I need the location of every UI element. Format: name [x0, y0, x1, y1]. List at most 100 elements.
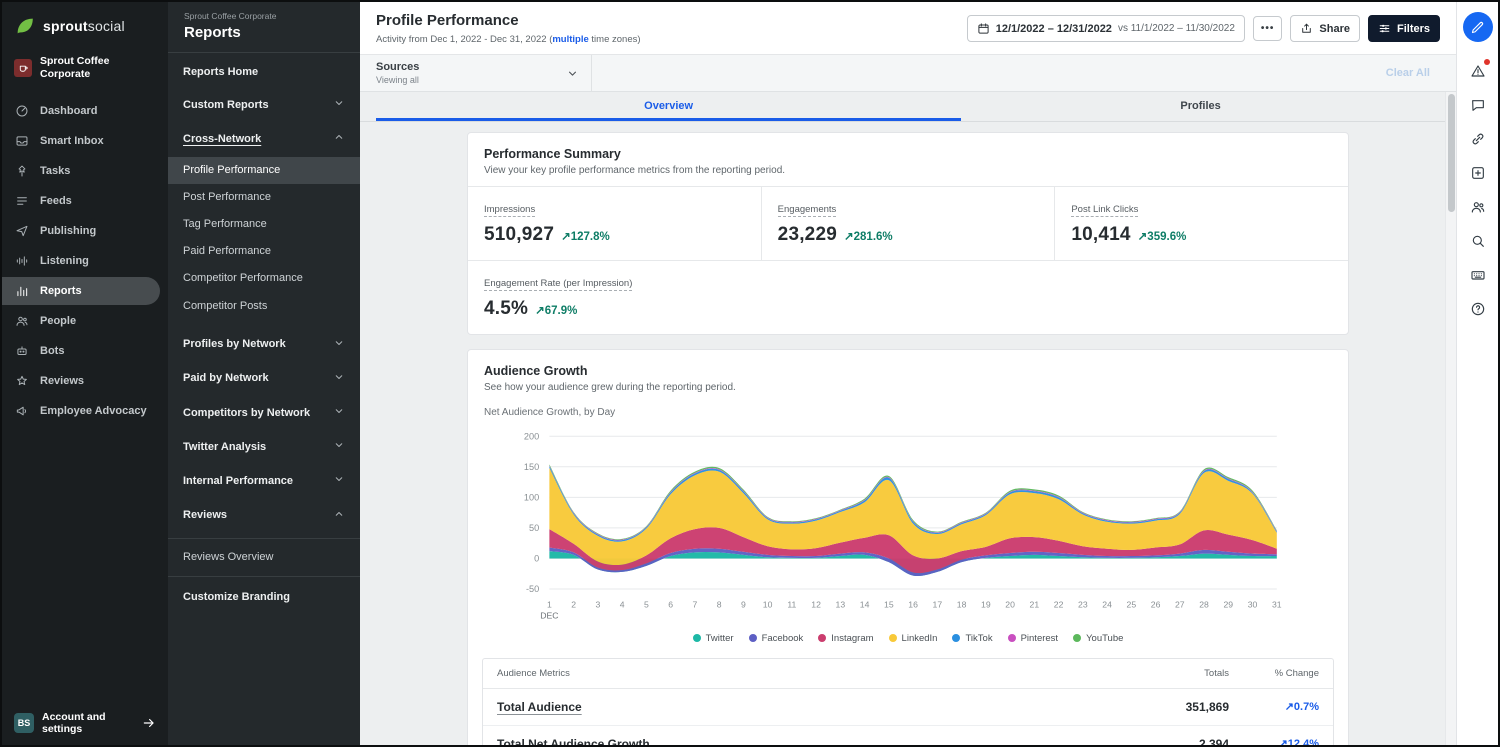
metric-name[interactable]: Total Net Audience Growth [497, 737, 1119, 745]
reports-nav-paid-by-network[interactable]: Paid by Network [168, 362, 360, 396]
svg-text:50: 50 [529, 523, 539, 533]
reports-nav-competitor-posts[interactable]: Competitor Posts [168, 293, 360, 320]
reports-nav-post-performance[interactable]: Post Performance [168, 184, 360, 211]
people-icon [1470, 199, 1486, 215]
alerts-button[interactable] [1463, 54, 1493, 88]
date-range-button[interactable]: 12/1/2022 – 12/31/2022 vs 11/1/2022 – 11… [967, 15, 1245, 42]
legend-item-tiktok[interactable]: TikTok [952, 633, 992, 644]
nav-item-smart-inbox[interactable]: Smart Inbox [2, 127, 160, 155]
reports-nav-competitors-by-network[interactable]: Competitors by Network [168, 396, 360, 430]
reports-sidebar-header[interactable]: Sprout Coffee Corporate Reports [168, 2, 360, 53]
metric-label[interactable]: Engagement Rate (per Impression) [484, 278, 632, 291]
brand-logo[interactable]: sproutsocial [2, 2, 168, 45]
reports-nav-internal-performance[interactable]: Internal Performance [168, 464, 360, 498]
reports-nav-profile-performance[interactable]: Profile Performance [168, 157, 360, 184]
search-icon [1470, 233, 1486, 249]
sources-dropdown[interactable]: Sources Viewing all [360, 55, 592, 91]
nav-item-bots[interactable]: Bots [2, 337, 160, 365]
sources-label: Sources [376, 61, 419, 73]
team-button[interactable] [1463, 190, 1493, 224]
metric-label[interactable]: Impressions [484, 204, 535, 217]
legend-dot [952, 634, 960, 642]
reports-nav-label: Tag Performance [183, 218, 267, 231]
report-actions: 12/1/2022 – 12/31/2022 vs 11/1/2022 – 11… [967, 12, 1440, 42]
nav-item-people[interactable]: People [2, 307, 160, 335]
nav-item-label: Reports [40, 285, 82, 297]
reports-nav-paid-performance[interactable]: Paid Performance [168, 238, 360, 265]
nav-item-label: Reviews [40, 375, 84, 387]
chevron-up-icon [333, 131, 345, 147]
help-icon [1470, 301, 1486, 317]
reports-nav-reviews-overview[interactable]: Reviews Overview [168, 544, 360, 571]
metric-change: ↗12.4% [1229, 737, 1319, 745]
account-settings[interactable]: BS Account and settings [2, 705, 168, 741]
share-icon [1300, 22, 1313, 35]
compose-button[interactable] [1463, 12, 1493, 42]
nav-item-employee-advocacy[interactable]: Employee Advocacy [2, 397, 160, 425]
nav-item-reports[interactable]: Reports [2, 277, 160, 305]
search-button[interactable] [1463, 224, 1493, 258]
legend-item-twitter[interactable]: Twitter [693, 633, 734, 644]
reports-nav-customize-branding[interactable]: Customize Branding [168, 582, 360, 613]
metric-name[interactable]: Total Audience [497, 700, 1119, 714]
chevron-up-icon [333, 508, 345, 524]
vertical-scrollbar[interactable] [1445, 92, 1456, 745]
share-button[interactable]: Share [1290, 15, 1360, 42]
reports-nav-custom-reports[interactable]: Custom Reports [168, 88, 360, 122]
reports-nav-reviews[interactable]: Reviews [168, 499, 360, 533]
nav-item-tasks[interactable]: Tasks [2, 157, 160, 185]
summary-metrics-row-1: Impressions510,927↗127.8%Engagements23,2… [468, 186, 1348, 260]
nav-item-feeds[interactable]: Feeds [2, 187, 160, 215]
legend-label: Facebook [762, 633, 804, 644]
clear-all-button[interactable]: Clear All [1386, 67, 1430, 79]
add-button[interactable] [1463, 156, 1493, 190]
workspace-switcher[interactable]: Sprout Coffee Corporate [2, 45, 168, 97]
tab-overview[interactable]: Overview [376, 92, 961, 121]
reports-nav-reports-home[interactable]: Reports Home [168, 57, 360, 88]
keyboard-button[interactable] [1463, 258, 1493, 292]
reports-nav-profiles-by-network[interactable]: Profiles by Network [168, 328, 360, 362]
report-header: Profile Performance Activity from Dec 1,… [360, 2, 1456, 55]
legend-dot [889, 634, 897, 642]
help-button[interactable] [1463, 292, 1493, 326]
metric-label[interactable]: Post Link Clicks [1071, 204, 1138, 217]
filters-button[interactable]: Filters [1368, 15, 1440, 42]
audience-growth-title: Audience Growth [484, 364, 1332, 378]
legend-item-pinterest[interactable]: Pinterest [1008, 633, 1059, 644]
nav-item-publishing[interactable]: Publishing [2, 217, 160, 245]
legend-item-instagram[interactable]: Instagram [818, 633, 873, 644]
legend-item-youtube[interactable]: YouTube [1073, 633, 1123, 644]
performance-summary-card: Performance Summary View your key profil… [467, 132, 1349, 335]
reports-nav-competitor-performance[interactable]: Competitor Performance [168, 265, 360, 292]
audience-growth-subtitle: See how your audience grew during the re… [484, 382, 1332, 393]
timezones-link[interactable]: multiple [552, 34, 588, 45]
reports-nav-twitter-analysis[interactable]: Twitter Analysis [168, 430, 360, 464]
table-header-totals: Totals [1119, 668, 1229, 679]
reports-nav-label: Reviews [183, 509, 227, 522]
reports-nav-tag-performance[interactable]: Tag Performance [168, 211, 360, 238]
scrollbar-thumb[interactable] [1448, 94, 1455, 212]
nav-item-reviews[interactable]: Reviews [2, 367, 160, 395]
svg-text:4: 4 [620, 599, 625, 609]
messages-button[interactable] [1463, 88, 1493, 122]
reports-nav-label: Post Performance [183, 191, 271, 204]
nav-item-label: Feeds [40, 195, 72, 207]
nav-item-listening[interactable]: Listening [2, 247, 160, 275]
addsquare-icon [1470, 165, 1486, 181]
reports-nav-label: Paid by Network [183, 372, 269, 385]
reports-nav-label: Custom Reports [183, 99, 269, 112]
chevron-down-icon [333, 405, 345, 421]
activity-range-text: Activity from Dec 1, 2022 - Dec 31, 2022… [376, 34, 552, 45]
legend-item-facebook[interactable]: Facebook [749, 633, 804, 644]
reports-nav-cross-network[interactable]: Cross-Network [168, 122, 360, 156]
metric-label[interactable]: Engagements [778, 204, 837, 217]
link-button[interactable] [1463, 122, 1493, 156]
svg-text:13: 13 [836, 599, 846, 609]
legend-dot [1073, 634, 1081, 642]
legend-item-linkedin[interactable]: LinkedIn [889, 633, 938, 644]
more-options-button[interactable]: ••• [1253, 16, 1283, 41]
reports-nav-label: Competitor Posts [183, 300, 267, 313]
nav-item-dashboard[interactable]: Dashboard [2, 97, 160, 125]
tab-profiles[interactable]: Profiles [961, 92, 1440, 121]
report-content: Performance Summary View your key profil… [360, 122, 1456, 745]
